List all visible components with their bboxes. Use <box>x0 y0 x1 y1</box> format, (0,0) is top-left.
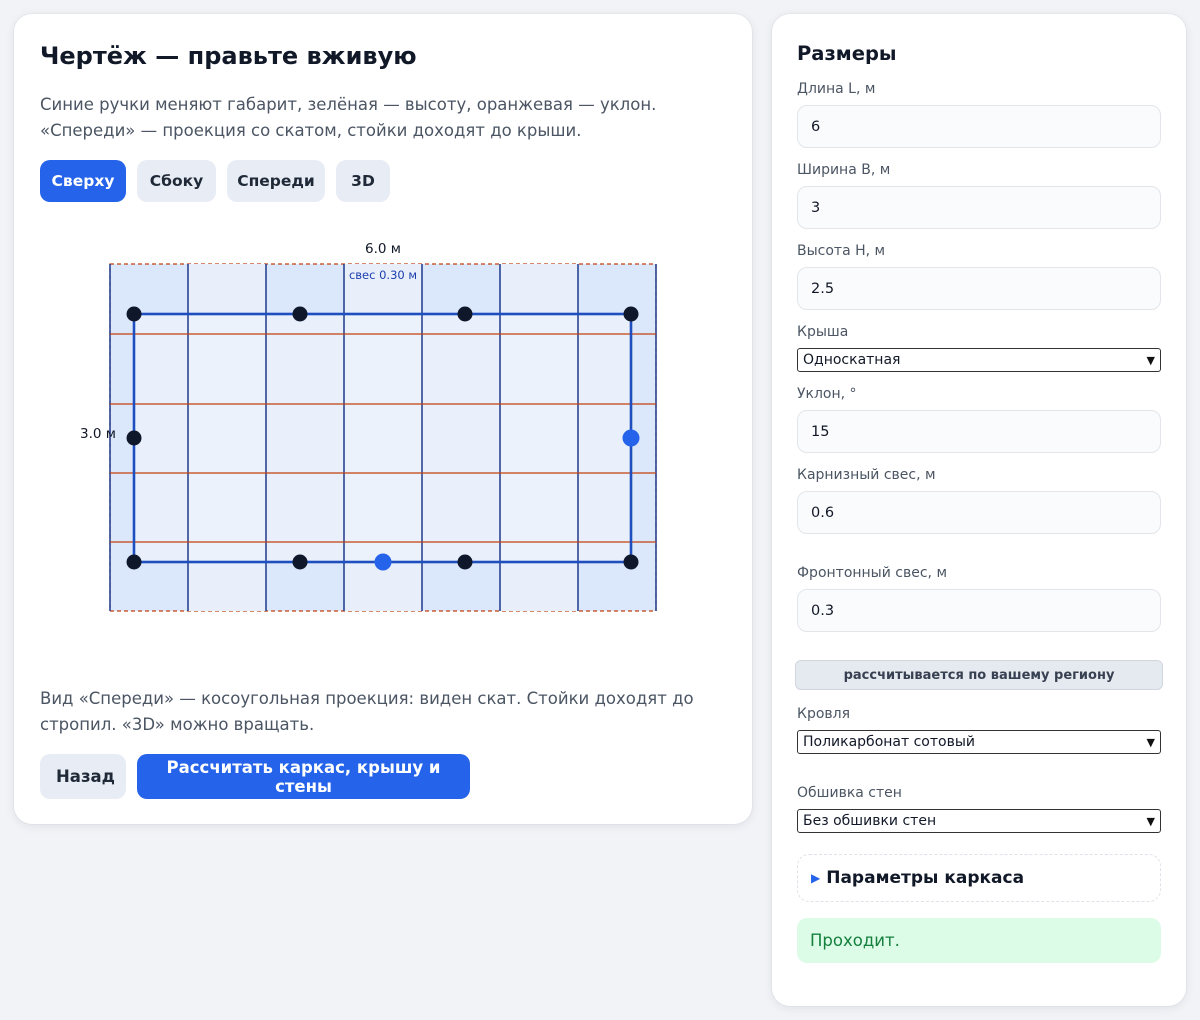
length-input[interactable] <box>797 105 1161 148</box>
gable-overhang-input[interactable] <box>797 589 1161 632</box>
post-dot <box>623 306 639 322</box>
roof-type-label: Крыша <box>797 324 849 340</box>
caret-right-icon: ▶ <box>811 871 821 885</box>
eave-overhang-input[interactable] <box>797 491 1161 534</box>
height-label: Высота H, м <box>797 243 886 259</box>
frame-params-label: Параметры каркаса <box>826 868 1025 888</box>
slope-label: Уклон, ° <box>797 386 857 402</box>
plan-drawing[interactable]: 6.0 м 3.0 м свес 0.30 м <box>28 236 738 656</box>
overhang-label: свес 0.30 м <box>349 268 417 282</box>
page-title: Чертёж — правьте вживую <box>40 42 417 70</box>
post-dot <box>457 306 473 322</box>
chevron-down-icon: ▼ <box>1146 735 1155 749</box>
height-input[interactable] <box>797 267 1161 310</box>
tab-top-view[interactable]: Сверху <box>40 160 126 202</box>
wall-cladding-label: Обшивка стен <box>797 785 902 801</box>
gable-overhang-label: Фронтонный свес, м <box>797 565 948 581</box>
roofing-select[interactable]: Поликарбонат сотовый ▼ <box>797 730 1161 754</box>
post-dot <box>126 306 142 322</box>
status-message: Проходит. <box>797 918 1161 963</box>
slope-input[interactable] <box>797 410 1161 453</box>
back-button[interactable]: Назад <box>40 754 126 799</box>
region-note-bar: рассчитывается по вашему региону <box>795 660 1163 690</box>
post-dot <box>623 554 639 570</box>
roof-type-select[interactable]: Односкатная ▼ <box>797 348 1161 372</box>
chevron-down-icon: ▼ <box>1146 353 1155 367</box>
chevron-down-icon: ▼ <box>1146 814 1155 828</box>
eave-overhang-label: Карнизный свес, м <box>797 467 936 483</box>
post-dot <box>292 306 308 322</box>
tab-3d-view[interactable]: 3D <box>336 160 390 202</box>
post-dot <box>126 430 142 446</box>
width-dimension-label: 3.0 м <box>80 426 116 442</box>
dimensions-card: Размеры Длина L, м Ширина B, м Высота H,… <box>772 14 1186 1006</box>
wall-cladding-value: Без обшивки стен <box>803 813 937 829</box>
width-handle[interactable] <box>374 553 392 571</box>
post-dot <box>126 554 142 570</box>
dimensions-title: Размеры <box>797 42 897 65</box>
length-handle[interactable] <box>622 429 640 447</box>
roof-type-value: Односкатная <box>803 352 901 368</box>
drawing-description: Синие ручки меняют габарит, зелёная — вы… <box>40 95 657 140</box>
roofing-value: Поликарбонат сотовый <box>803 734 975 750</box>
tab-front-view[interactable]: Спереди <box>227 160 325 202</box>
length-label: Длина L, м <box>797 81 876 97</box>
frame-params-toggle[interactable]: ▶ Параметры каркаса <box>797 854 1161 902</box>
tab-side-view[interactable]: Сбоку <box>137 160 216 202</box>
width-label: Ширина B, м <box>797 162 891 178</box>
view-tabs: Сверху Сбоку Спереди 3D <box>40 160 390 202</box>
width-input[interactable] <box>797 186 1161 229</box>
view-footnote: Вид «Спереди» — косоугольная проекция: в… <box>40 689 694 734</box>
post-dot <box>457 554 473 570</box>
frame-area <box>134 314 631 562</box>
length-dimension-label: 6.0 м <box>365 241 401 257</box>
post-dot <box>292 554 308 570</box>
roofing-label: Кровля <box>797 706 851 722</box>
wall-cladding-select[interactable]: Без обшивки стен ▼ <box>797 809 1161 833</box>
drawing-card: Чертёж — правьте вживую Синие ручки меня… <box>14 14 752 824</box>
action-buttons: Назад Рассчитать каркас, крышу и стены <box>40 754 470 799</box>
calculate-button[interactable]: Рассчитать каркас, крышу и стены <box>137 754 470 799</box>
